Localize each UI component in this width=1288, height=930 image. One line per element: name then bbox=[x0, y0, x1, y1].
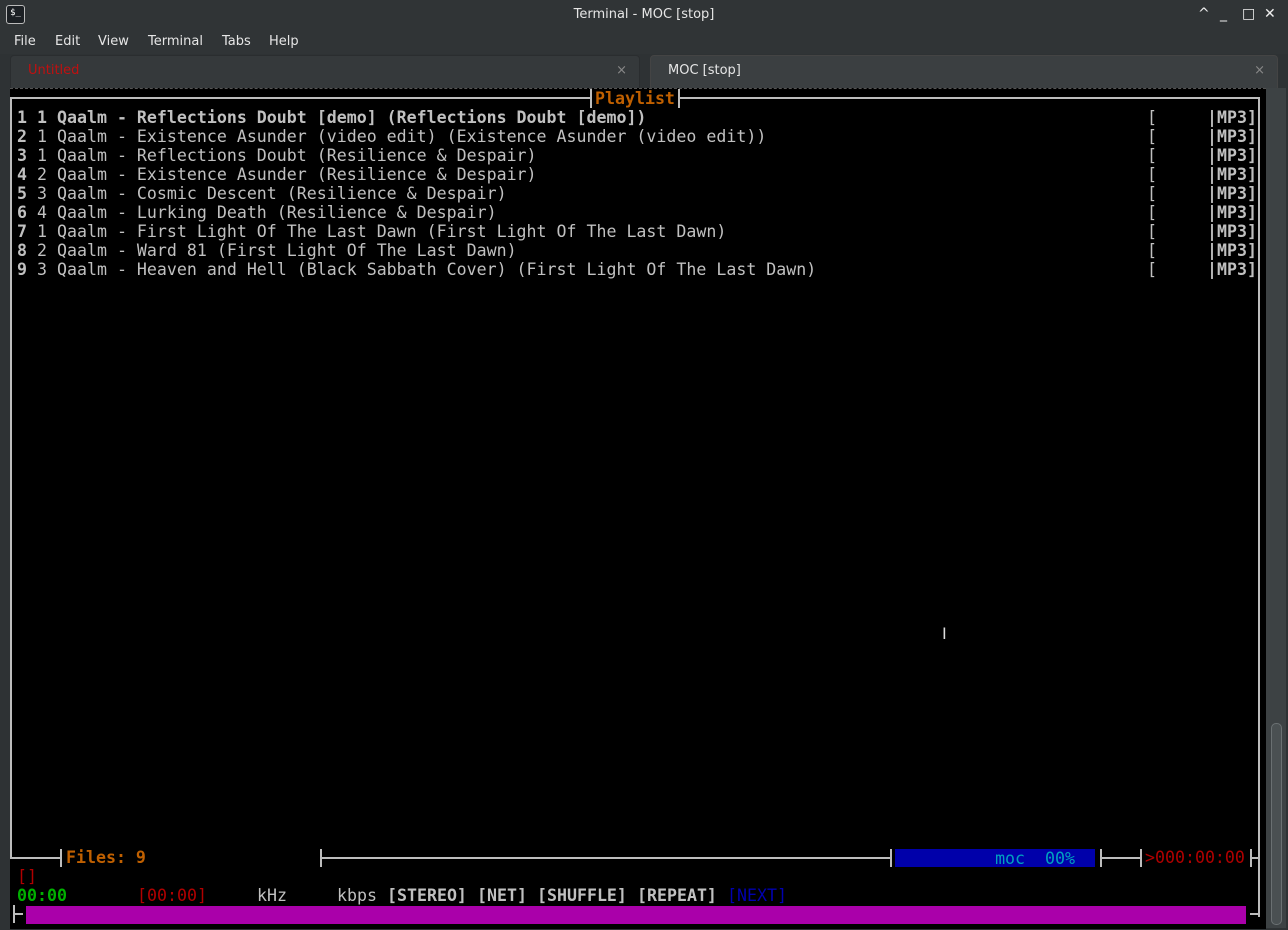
scrollbar[interactable] bbox=[1266, 88, 1286, 928]
tab-label: Untitled bbox=[28, 63, 80, 78]
tab-untitled[interactable]: Untitled × bbox=[10, 55, 640, 89]
stereo-indicator: [STEREO] bbox=[387, 886, 467, 905]
row-number: 6 bbox=[17, 203, 27, 222]
track-number: 1 bbox=[37, 127, 47, 146]
progress-bar[interactable] bbox=[26, 906, 1246, 924]
shade-button[interactable]: ^ bbox=[1198, 6, 1210, 22]
row-number: 1 bbox=[17, 108, 27, 127]
row-number: 7 bbox=[17, 222, 27, 241]
menu-bar: File Edit View Terminal Tabs Help bbox=[0, 30, 1288, 54]
tab-label: MOC [stop] bbox=[668, 63, 741, 78]
row-number: 9 bbox=[17, 260, 27, 279]
song-title: Qaalm - Existence Asunder (video edit) (… bbox=[57, 127, 767, 146]
song-title: Qaalm - Existence Asunder (Resilience & … bbox=[57, 165, 537, 184]
tab-close-icon[interactable]: × bbox=[1254, 63, 1265, 78]
track-number: 3 bbox=[37, 184, 47, 203]
track-number: 2 bbox=[37, 165, 47, 184]
track-number: 2 bbox=[37, 241, 47, 260]
row-number: 5 bbox=[17, 184, 27, 203]
minimize-button[interactable]: _ bbox=[1220, 6, 1227, 22]
row-number: 8 bbox=[17, 241, 27, 260]
track-number: 4 bbox=[37, 203, 47, 222]
tab-close-icon[interactable]: × bbox=[616, 63, 627, 78]
song-format: |MP3] bbox=[1207, 260, 1257, 279]
track-number: 1 bbox=[37, 222, 47, 241]
duration: [00:00] bbox=[137, 886, 207, 905]
track-number: 1 bbox=[37, 146, 47, 165]
song-title: Qaalm - Lurking Death (Resilience & Desp… bbox=[57, 203, 497, 222]
mixer-label: moc 00% bbox=[995, 849, 1075, 868]
title-bar: $_ Terminal - MOC [stop] ^ _ □ ✕ bbox=[0, 0, 1288, 30]
track-number: 3 bbox=[37, 260, 47, 279]
song-title: Qaalm - Cosmic Descent (Resilience & Des… bbox=[57, 184, 507, 203]
menu-view[interactable]: View bbox=[98, 34, 129, 49]
menu-file[interactable]: File bbox=[14, 34, 36, 49]
window-title: Terminal - MOC [stop] bbox=[573, 7, 715, 22]
song-format: |MP3] bbox=[1207, 108, 1257, 127]
song-format: |MP3] bbox=[1207, 222, 1257, 241]
terminal-area[interactable]: Playlist 1 1 Qaalm - Reflections Doubt [de… bbox=[10, 88, 1266, 929]
song-format: |MP3] bbox=[1207, 203, 1257, 222]
menu-help[interactable]: Help bbox=[269, 34, 299, 49]
song-format: |MP3] bbox=[1207, 146, 1257, 165]
song-format: |MP3] bbox=[1207, 127, 1257, 146]
song-format: |MP3] bbox=[1207, 165, 1257, 184]
scrollbar-thumb[interactable] bbox=[1271, 723, 1282, 925]
files-count: Files: 9 bbox=[66, 848, 146, 867]
menu-terminal[interactable]: Terminal bbox=[148, 34, 203, 49]
elapsed-time: 00:00 bbox=[17, 886, 67, 905]
net-indicator: [NET] bbox=[477, 886, 527, 905]
row-number: 2 bbox=[17, 127, 27, 146]
kbps-label: kbps bbox=[337, 886, 377, 905]
row-number: 3 bbox=[17, 146, 27, 165]
row-number: 4 bbox=[17, 165, 27, 184]
song-title: Qaalm - Heaven and Hell (Black Sabbath C… bbox=[57, 260, 817, 279]
song-title: Qaalm - Reflections Doubt [demo] (Reflec… bbox=[57, 108, 647, 127]
shuffle-indicator: [SHUFFLE] bbox=[537, 886, 627, 905]
mixer-bar[interactable]: moc 00% bbox=[895, 849, 1095, 868]
song-title: Qaalm - Reflections Doubt (Resilience & … bbox=[57, 146, 537, 165]
text-cursor-icon: I bbox=[942, 624, 947, 643]
maximize-button[interactable]: □ bbox=[1242, 6, 1255, 22]
total-time: >000:00:00 bbox=[1145, 848, 1245, 867]
next-indicator: [NEXT] bbox=[727, 886, 787, 905]
close-button[interactable]: ✕ bbox=[1264, 6, 1276, 22]
track-number: 1 bbox=[37, 108, 47, 127]
playlist-title: Playlist bbox=[590, 89, 680, 108]
song-title: Qaalm - First Light Of The Last Dawn (Fi… bbox=[57, 222, 727, 241]
tab-moc[interactable]: MOC [stop] × bbox=[650, 55, 1278, 89]
song-title: Qaalm - Ward 81 (First Light Of The Last… bbox=[57, 241, 517, 260]
repeat-indicator: [REPEAT] bbox=[637, 886, 717, 905]
menu-tabs[interactable]: Tabs bbox=[222, 34, 251, 49]
song-format: |MP3] bbox=[1207, 241, 1257, 260]
menu-edit[interactable]: Edit bbox=[55, 34, 80, 49]
song-format: |MP3] bbox=[1207, 184, 1257, 203]
current-title: [] bbox=[17, 867, 37, 886]
khz-label: kHz bbox=[257, 886, 287, 905]
